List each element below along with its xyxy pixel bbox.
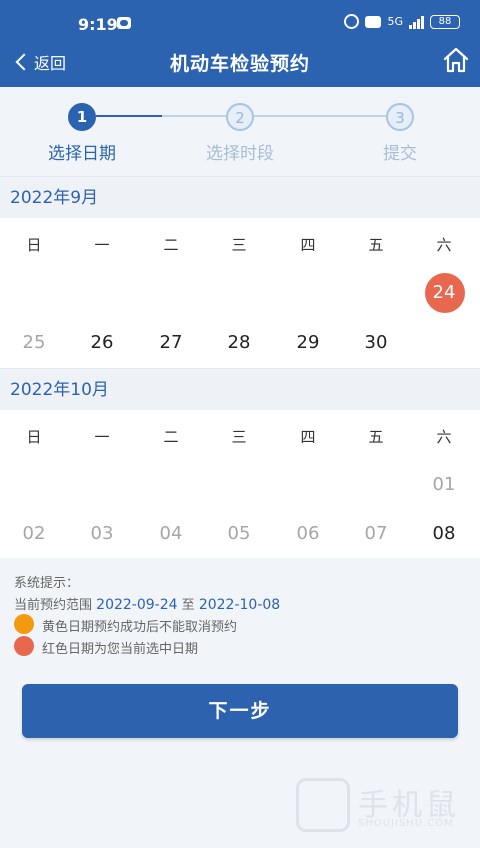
notes-heading: 系统提示：: [14, 576, 80, 591]
signal-icon: [409, 15, 424, 29]
step-line: [254, 115, 386, 117]
weekday-sat: 六: [436, 428, 452, 446]
yellow-legend-dot: [14, 614, 34, 634]
step-1-label: 选择日期: [48, 144, 116, 164]
hd-icon: [365, 15, 382, 28]
network-type: 5G: [387, 15, 403, 28]
day-cell[interactable]: 30: [342, 332, 410, 353]
day-cell: 04: [159, 523, 183, 544]
step-3-circle: 3: [386, 103, 414, 131]
weekday-fri: 五: [368, 236, 384, 254]
weekday-sun: 日: [26, 236, 42, 254]
watermark-subtext: SHOUJISHU.COM: [358, 818, 454, 829]
weekday-wed: 三: [231, 428, 247, 446]
calendar-october: 日 一 二 三 四 五 六 01 02 03 04 05 06 07 08: [0, 410, 480, 558]
weekday-tue: 二: [163, 236, 179, 254]
month-header-october: 2022年10月: [0, 368, 480, 410]
range-end: 2022-10-08: [198, 597, 281, 613]
booking-range: 当前预约范围 2022-09-24 至 2022-10-08: [14, 594, 280, 613]
weekday-mon: 一: [94, 428, 110, 446]
day-cell[interactable]: 28: [205, 332, 273, 353]
day-cell[interactable]: 24: [410, 282, 478, 303]
day-cell: 07: [364, 523, 388, 544]
weekday-sat: 六: [436, 236, 452, 254]
step-2-circle: 2: [226, 103, 254, 131]
day-cell[interactable]: 29: [274, 332, 342, 353]
step-2-label: 选择时段: [206, 144, 274, 164]
battery-icon: 88: [430, 14, 460, 29]
month-header-september: 2022年9月: [0, 176, 480, 218]
day-cell: 02: [22, 523, 46, 544]
step-line: [162, 115, 226, 117]
weekday-fri: 五: [368, 428, 384, 446]
range-separator: 至: [181, 598, 195, 613]
next-step-button[interactable]: 下一步: [22, 684, 458, 738]
app-header: 9:19 5G 88 返回 机动车检验预约: [0, 0, 480, 87]
status-bar: 9:19 5G 88: [0, 0, 480, 44]
weekday-tue: 二: [163, 428, 179, 446]
red-legend-dot: [14, 636, 34, 656]
day-cell[interactable]: 27: [137, 332, 205, 353]
weekday-sun: 日: [26, 428, 42, 446]
weekday-wed: 三: [231, 236, 247, 254]
status-time: 9:19: [78, 15, 118, 34]
day-cell: 01: [432, 474, 456, 495]
legend-red-text: 红色日期为您当前选中日期: [42, 642, 199, 657]
weekday-thu: 四: [300, 428, 316, 446]
range-start: 2022-09-24: [96, 597, 178, 613]
calendar-september: 日 一 二 三 四 五 六 24 25 26 27 28 29 30: [0, 218, 480, 368]
wechat-notification-icon: [117, 17, 131, 29]
alarm-icon: [344, 14, 360, 29]
day-cell: 05: [227, 523, 251, 544]
page-title: 机动车检验预约: [169, 53, 310, 75]
legend-yellow-text: 黄色日期预约成功后不能取消预约: [42, 620, 238, 635]
watermark: 手机鼠 SHOUJISHU.COM: [296, 778, 466, 834]
status-icons: 5G 88: [344, 14, 460, 29]
day-cell[interactable]: 08: [410, 523, 478, 544]
step-line-active: [96, 115, 162, 117]
day-cell: 25: [22, 332, 46, 353]
weekday-thu: 四: [300, 236, 316, 254]
day-cell: 03: [90, 523, 114, 544]
step-1-circle: 1: [68, 103, 96, 131]
day-cell[interactable]: 26: [68, 332, 136, 353]
weekday-mon: 一: [94, 236, 110, 254]
step-3-label: 提交: [383, 144, 417, 164]
range-prefix: 当前预约范围: [14, 598, 93, 613]
home-button[interactable]: [442, 46, 470, 74]
home-icon: [443, 47, 469, 73]
watermark-logo-icon: [296, 778, 350, 832]
progress-stepper: 1 2 3 选择日期 选择时段 提交: [0, 87, 480, 175]
day-cell: 06: [296, 523, 320, 544]
